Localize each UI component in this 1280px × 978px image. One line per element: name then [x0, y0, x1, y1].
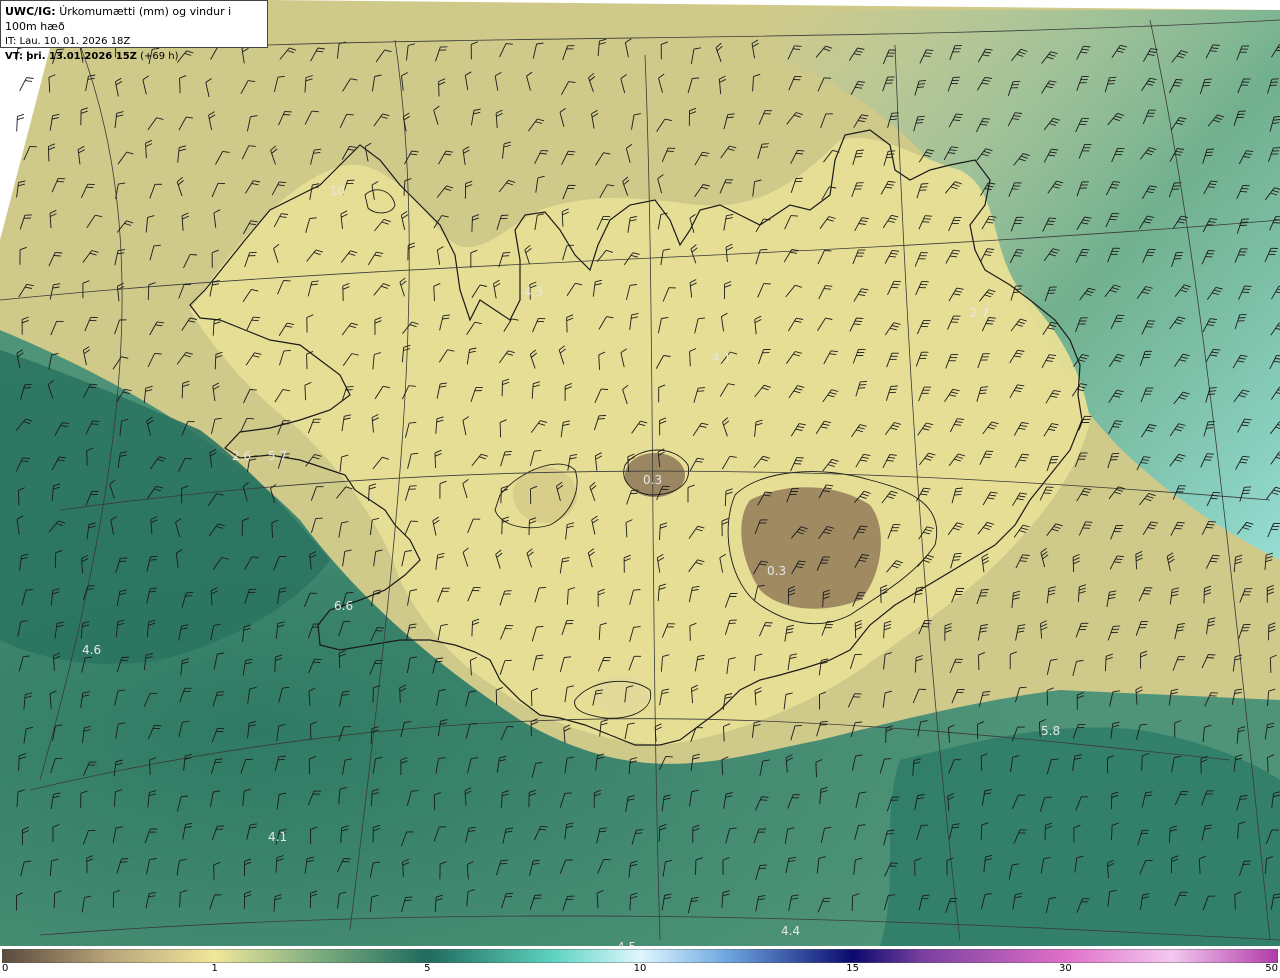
valid-prefix: VT: — [5, 51, 24, 62]
colorbar-tick-label: 1 — [211, 963, 218, 974]
valid-time-line: VT: þri. 13.01.2026 15Z (+69 h) — [5, 49, 263, 64]
precip-value-label: 5.8 — [1041, 724, 1060, 738]
valid-time: þri. 13.01.2026 15Z — [26, 51, 137, 62]
wind-barb — [19, 77, 34, 92]
precipitation-wind-map[interactable]: 104.34.12.72.65.70.30.36.64.65.84.14.44.… — [0, 0, 1280, 946]
precip-value-label: 4.4 — [781, 924, 800, 938]
southeast-sea-field — [880, 727, 1280, 946]
colorbar-tick-label: 50 — [1265, 963, 1278, 974]
colorbar-tick-label: 10 — [633, 963, 647, 974]
precip-value-label: 4.6 — [82, 643, 101, 657]
lead-time: (+69 h) — [140, 51, 179, 62]
colorbar-legend: 0 1 5 10 15 30 50 — [0, 946, 1280, 978]
precip-value-label: 4.1 — [712, 351, 731, 365]
colorbar-tick-label: 0 — [2, 963, 9, 974]
dry-patch-vatnajokull — [741, 487, 881, 609]
header-title-line: UWC/IG: Úrkomumætti (mm) og vindur i 100… — [5, 4, 263, 34]
init-time: IT: Lau. 10. 01. 2026 18Z — [5, 36, 131, 47]
precip-value-label: 6.6 — [334, 599, 353, 613]
precip-value-label: 5.7 — [268, 449, 287, 463]
colorbar-ticks: 0 1 5 10 15 30 50 — [2, 946, 1278, 978]
model-name: UWC/IG: — [5, 5, 56, 18]
precip-value-label: 0.3 — [767, 564, 786, 578]
wind-barb — [16, 113, 25, 132]
precip-value-label: 10 — [330, 184, 345, 198]
precip-value-label: 4.3 — [524, 285, 543, 299]
precip-value-label: 2.6 — [232, 449, 251, 463]
forecast-map-view: 104.34.12.72.65.70.30.36.64.65.84.14.44.… — [0, 0, 1280, 978]
colorbar-tick-label: 5 — [424, 963, 431, 974]
precip-value-label: 0.3 — [643, 473, 662, 487]
precip-value-label: 4.1 — [268, 830, 287, 844]
precip-value-label: 2.7 — [970, 306, 989, 320]
colorbar-tick-label: 15 — [846, 963, 860, 974]
map-header: UWC/IG: Úrkomumætti (mm) og vindur i 100… — [0, 0, 268, 62]
colorbar-tick-label: 30 — [1058, 963, 1072, 974]
